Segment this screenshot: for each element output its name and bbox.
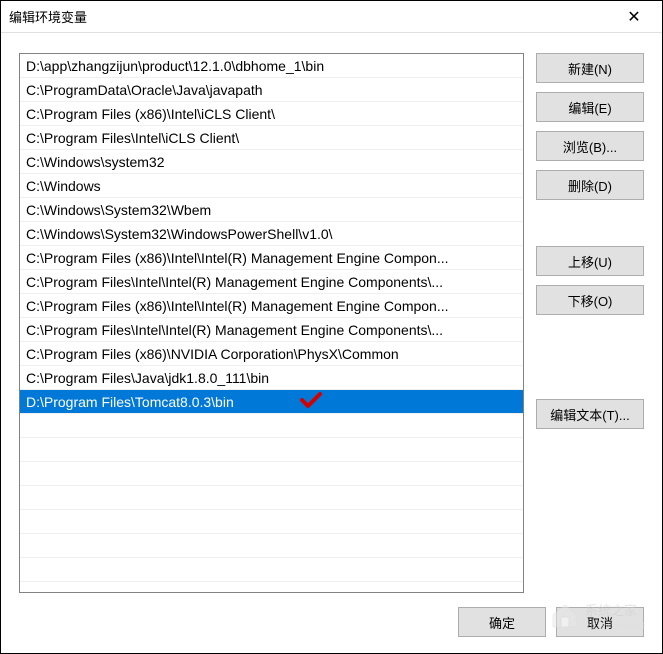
browse-button[interactable]: 浏览(B)...: [536, 131, 644, 161]
list-item[interactable]: C:\Program Files (x86)\Intel\Intel(R) Ma…: [20, 246, 523, 270]
list-item[interactable]: C:\Windows\system32: [20, 150, 523, 174]
edit-text-button[interactable]: 编辑文本(T)...: [536, 399, 644, 429]
move-up-button[interactable]: 上移(U): [536, 246, 644, 276]
list-item[interactable]: C:\Program Files\Intel\iCLS Client\: [20, 126, 523, 150]
list-item-empty[interactable]: [20, 462, 523, 486]
list-item[interactable]: C:\Program Files\Intel\Intel(R) Manageme…: [20, 318, 523, 342]
delete-button[interactable]: 删除(D): [536, 170, 644, 200]
list-item-empty[interactable]: [20, 558, 523, 582]
edit-button[interactable]: 编辑(E): [536, 92, 644, 122]
list-item[interactable]: D:\app\zhangzijun\product\12.1.0\dbhome_…: [20, 54, 523, 78]
path-list[interactable]: D:\app\zhangzijun\product\12.1.0\dbhome_…: [19, 53, 524, 593]
footer: 确定 取消: [1, 603, 662, 647]
list-item-empty[interactable]: [20, 414, 523, 438]
content-area: D:\app\zhangzijun\product\12.1.0\dbhome_…: [1, 33, 662, 603]
new-button[interactable]: 新建(N): [536, 53, 644, 83]
list-item[interactable]: C:\Program Files (x86)\NVIDIA Corporatio…: [20, 342, 523, 366]
titlebar: 编辑环境变量 ✕: [1, 1, 662, 33]
list-item-empty[interactable]: [20, 534, 523, 558]
list-item-empty[interactable]: [20, 486, 523, 510]
ok-button[interactable]: 确定: [458, 607, 546, 637]
list-item[interactable]: C:\Program Files\Java\jdk1.8.0_111\bin: [20, 366, 523, 390]
list-item[interactable]: C:\ProgramData\Oracle\Java\javapath: [20, 78, 523, 102]
cancel-button[interactable]: 取消: [556, 607, 644, 637]
move-down-button[interactable]: 下移(O): [536, 285, 644, 315]
list-item[interactable]: C:\Windows: [20, 174, 523, 198]
checkmark-icon: [300, 392, 320, 410]
list-item[interactable]: D:\Program Files\Tomcat8.0.3\bin: [20, 390, 523, 414]
list-item[interactable]: C:\Windows\System32\Wbem: [20, 198, 523, 222]
list-item-empty[interactable]: [20, 510, 523, 534]
close-button[interactable]: ✕: [614, 3, 654, 31]
list-item-empty[interactable]: [20, 438, 523, 462]
close-icon: ✕: [627, 7, 640, 27]
list-item[interactable]: C:\Program Files (x86)\Intel\iCLS Client…: [20, 102, 523, 126]
buttons-column: 新建(N) 编辑(E) 浏览(B)... 删除(D) 上移(U) 下移(O) 编…: [536, 53, 644, 593]
list-item[interactable]: C:\Program Files (x86)\Intel\Intel(R) Ma…: [20, 294, 523, 318]
window-title: 编辑环境变量: [9, 7, 614, 26]
list-item[interactable]: C:\Windows\System32\WindowsPowerShell\v1…: [20, 222, 523, 246]
list-item[interactable]: C:\Program Files\Intel\Intel(R) Manageme…: [20, 270, 523, 294]
